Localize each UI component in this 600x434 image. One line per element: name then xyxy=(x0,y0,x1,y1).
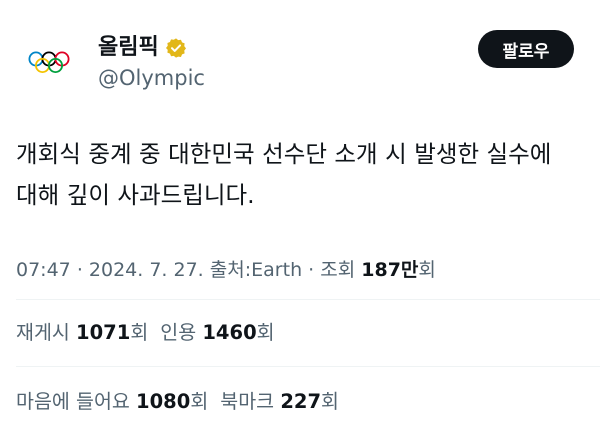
reposts-label: 재게시 xyxy=(16,321,70,344)
reposts-suffix: 회 xyxy=(130,321,149,344)
views-suffix: 회 xyxy=(418,259,436,281)
meta-separator: · xyxy=(308,259,315,281)
reposts-stat[interactable]: 재게시 1071회 xyxy=(16,319,148,347)
source-label: 출처: xyxy=(209,259,252,281)
likes-stat[interactable]: 마음에 들어요 1080회 xyxy=(16,388,208,416)
quotes-stat[interactable]: 인용 1460회 xyxy=(160,319,274,347)
reposts-count: 1071 xyxy=(76,321,131,344)
avatar[interactable] xyxy=(16,30,82,96)
author-handle[interactable]: @Olympic xyxy=(98,64,205,92)
divider xyxy=(16,299,600,300)
quotes-suffix: 회 xyxy=(256,321,275,344)
tweet-card: 올림픽 @Olympic 팔로우 개회식 중계 중 대한민국 선수단 소개 시 … xyxy=(0,0,600,434)
likes-count: 1080 xyxy=(136,390,191,413)
tweet-text: 개회식 중계 중 대한민국 선수단 소개 시 발생한 실수에 대해 깊이 사과드… xyxy=(16,134,584,216)
post-time[interactable]: 07:47 xyxy=(16,259,71,281)
bookmarks-stat[interactable]: 북마크 227회 xyxy=(220,388,339,416)
views-count: 187만 xyxy=(361,259,419,281)
tweet-text-line: 개회식 중계 중 대한민국 선수단 소개 시 발생한 실수에 xyxy=(16,140,552,168)
author-display-name[interactable]: 올림픽 xyxy=(98,34,159,62)
tweet-text-line: 대해 깊이 사과드립니다. xyxy=(16,181,255,209)
tweet-meta: 07:47 · 2024. 7. 27. 출처:Earth · 조회 187만회 xyxy=(16,256,436,284)
stats-row-reposts-quotes: 재게시 1071회 인용 1460회 xyxy=(16,319,275,347)
author-name-row[interactable]: 올림픽 xyxy=(98,33,187,63)
meta-separator: · xyxy=(76,259,83,281)
quotes-label: 인용 xyxy=(160,321,197,344)
divider xyxy=(16,366,600,367)
verified-badge-icon[interactable] xyxy=(165,37,187,59)
source-value: Earth xyxy=(251,259,303,281)
post-date[interactable]: 2024. 7. 27. xyxy=(89,259,204,281)
bookmarks-count: 227 xyxy=(280,390,322,413)
follow-button[interactable]: 팔로우 xyxy=(478,30,574,68)
likes-suffix: 회 xyxy=(190,390,209,413)
quotes-count: 1460 xyxy=(202,321,257,344)
likes-label: 마음에 들어요 xyxy=(16,390,130,413)
views-label: 조회 xyxy=(320,259,356,281)
olympic-rings-icon xyxy=(28,51,70,73)
stats-row-likes-bookmarks: 마음에 들어요 1080회 북마크 227회 xyxy=(16,388,339,416)
bookmarks-label: 북마크 xyxy=(220,390,275,413)
bookmarks-suffix: 회 xyxy=(321,390,339,413)
